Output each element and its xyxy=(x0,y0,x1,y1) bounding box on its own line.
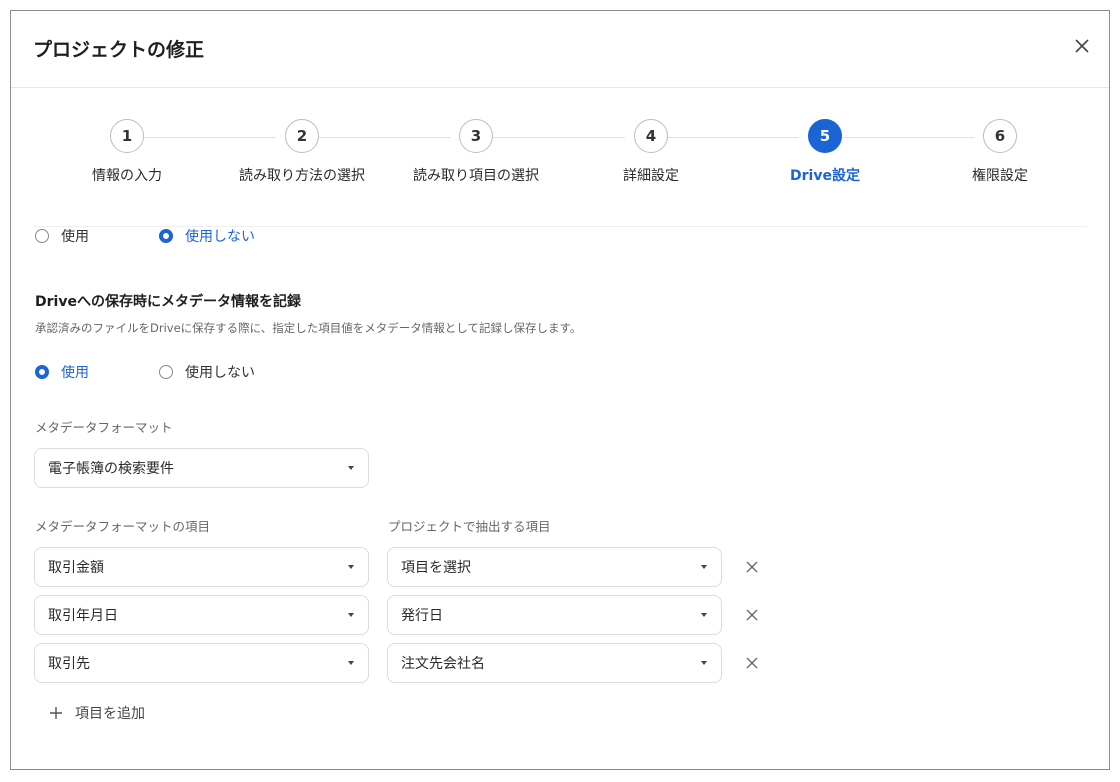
radio-label: 使用しない xyxy=(185,229,255,245)
step-3[interactable]: 3 読み取り項目の選択 xyxy=(391,119,561,185)
metadata-format-select[interactable]: 電子帳簿の検索要件 xyxy=(34,448,369,488)
step-5[interactable]: 5 Drive設定 xyxy=(740,119,910,185)
radio-button xyxy=(159,229,173,243)
step-label: 読み取り方法の選択 xyxy=(239,168,365,184)
add-item-label: 項目を追加 xyxy=(75,706,145,722)
step-number: 2 xyxy=(285,119,319,153)
metadata-radio-group: 使用 使用しない xyxy=(35,361,325,383)
select-value: 取引金額 xyxy=(48,560,104,576)
plus-icon xyxy=(49,706,63,720)
drive-save-radio-group: 使用 使用しない xyxy=(35,225,325,247)
radio-not-use[interactable]: 使用しない xyxy=(159,226,255,246)
select-value: 注文先会社名 xyxy=(401,656,485,672)
dialog-title: プロジェクトの修正 xyxy=(33,39,205,61)
caret-down-icon xyxy=(348,661,354,665)
metadata-item-select[interactable]: 取引年月日 xyxy=(34,595,369,635)
remove-row-icon[interactable] xyxy=(743,558,761,576)
project-items-label: プロジェクトで抽出する項目 xyxy=(388,519,551,534)
remove-row-icon[interactable] xyxy=(743,606,761,624)
radio-label: 使用 xyxy=(61,365,89,381)
caret-down-icon xyxy=(348,466,354,470)
caret-down-icon xyxy=(701,661,707,665)
caret-down-icon xyxy=(348,565,354,569)
caret-down-icon xyxy=(701,613,707,617)
radio-not-use[interactable]: 使用しない xyxy=(159,362,255,382)
step-number: 4 xyxy=(634,119,668,153)
project-item-select[interactable]: 注文先会社名 xyxy=(387,643,722,683)
select-value: 発行日 xyxy=(401,608,443,624)
select-value: 項目を選択 xyxy=(401,560,471,576)
stepper: 1 情報の入力 2 読み取り方法の選択 3 読み取り項目の選択 4 詳細設定 5… xyxy=(11,87,1109,227)
metadata-items-label: メタデータフォーマットの項目 xyxy=(35,519,211,534)
project-item-select[interactable]: 発行日 xyxy=(387,595,722,635)
step-label: 読み取り項目の選択 xyxy=(413,168,539,184)
section-title: Driveへの保存時にメタデータ情報を記録 xyxy=(35,294,301,310)
radio-use[interactable]: 使用 xyxy=(35,226,89,246)
radio-label: 使用しない xyxy=(185,365,255,381)
select-value: 取引年月日 xyxy=(48,608,118,624)
dialog-header: プロジェクトの修正 xyxy=(11,11,1109,88)
radio-button xyxy=(159,365,173,379)
step-label: 権限設定 xyxy=(972,168,1028,184)
step-number: 5 xyxy=(808,119,842,153)
step-2[interactable]: 2 読み取り方法の選択 xyxy=(217,119,387,185)
radio-use[interactable]: 使用 xyxy=(35,362,89,382)
step-label: 詳細設定 xyxy=(623,168,679,184)
step-label: Drive設定 xyxy=(790,168,860,184)
step-label: 情報の入力 xyxy=(92,168,162,184)
metadata-format-label: メタデータフォーマット xyxy=(35,420,173,435)
caret-down-icon xyxy=(701,565,707,569)
radio-button xyxy=(35,229,49,243)
project-item-select[interactable]: 項目を選択 xyxy=(387,547,722,587)
select-value: 取引先 xyxy=(48,656,90,672)
edit-project-dialog: プロジェクトの修正 1 情報の入力 2 読み取り方法の選択 3 読み取り項目の選… xyxy=(10,10,1110,770)
step-number: 6 xyxy=(983,119,1017,153)
step-6[interactable]: 6 権限設定 xyxy=(915,119,1085,185)
step-1[interactable]: 1 情報の入力 xyxy=(42,119,212,185)
metadata-item-select[interactable]: 取引金額 xyxy=(34,547,369,587)
remove-row-icon[interactable] xyxy=(743,654,761,672)
radio-label: 使用 xyxy=(61,229,89,245)
step-4[interactable]: 4 詳細設定 xyxy=(566,119,736,185)
metadata-item-select[interactable]: 取引先 xyxy=(34,643,369,683)
caret-down-icon xyxy=(348,613,354,617)
step-number: 3 xyxy=(459,119,493,153)
step-number: 1 xyxy=(110,119,144,153)
section-description: 承認済みのファイルをDriveに保存する際に、指定した項目値をメタデータ情報とし… xyxy=(35,321,582,335)
close-icon[interactable] xyxy=(1069,33,1095,59)
add-item-button[interactable]: 項目を追加 xyxy=(49,703,145,723)
radio-button xyxy=(35,365,49,379)
select-value: 電子帳簿の検索要件 xyxy=(48,461,174,477)
